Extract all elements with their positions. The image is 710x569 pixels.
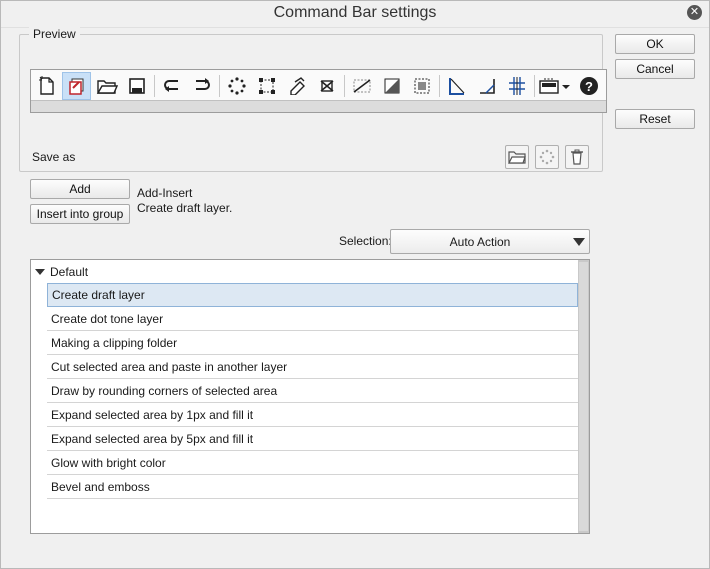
selection-label: Selection: (339, 234, 392, 248)
angle-icon[interactable] (472, 72, 501, 100)
action-list: Default Create draft layer Create dot to… (30, 259, 590, 534)
line-icon[interactable] (347, 72, 376, 100)
open-set-button[interactable] (505, 145, 529, 169)
grid-icon[interactable] (502, 72, 531, 100)
ruler-icon[interactable] (442, 72, 471, 100)
eraser-icon[interactable] (282, 72, 311, 100)
list-item[interactable]: Cut selected area and paste in another l… (47, 355, 578, 379)
window-title: Command Bar settings (273, 4, 437, 21)
list-item[interactable]: Making a clipping folder (47, 331, 578, 355)
svg-text:?: ? (585, 79, 593, 94)
new-file-icon[interactable] (32, 72, 61, 100)
group-label: Default (50, 264, 89, 279)
list-scrollbar[interactable] (578, 260, 589, 533)
help-icon[interactable]: ? (574, 72, 603, 100)
list-item[interactable]: Expand selected area by 1px and fill it (47, 403, 578, 427)
list-item[interactable]: Glow with bright color (47, 451, 578, 475)
selection-dropdown[interactable]: Auto Action (390, 229, 590, 254)
insert-into-group-button[interactable]: Insert into group (30, 204, 130, 224)
list-item[interactable]: Expand selected area by 5px and fill it (47, 427, 578, 451)
undo-icon[interactable] (157, 72, 186, 100)
toolbar-scrollbar[interactable] (31, 100, 606, 112)
add-button[interactable]: Add (30, 179, 130, 199)
cancel-button[interactable]: Cancel (615, 59, 695, 79)
list-item[interactable]: Create draft layer (47, 283, 578, 307)
folder-icon (508, 151, 526, 164)
dropdown-icon[interactable] (537, 72, 573, 100)
gradient-icon[interactable] (377, 72, 406, 100)
preview-toolbar: ? (30, 69, 607, 113)
dots-icon[interactable] (222, 72, 251, 100)
save-icon[interactable] (122, 72, 151, 100)
list-group-header[interactable]: Default (31, 260, 578, 283)
selection-value: Auto Action (449, 235, 511, 249)
trash-icon (571, 149, 583, 165)
new-set-button[interactable] (535, 145, 559, 169)
title-bar: Command Bar settings ✕ (0, 0, 710, 28)
ok-button[interactable]: OK (615, 34, 695, 54)
scale-icon[interactable] (312, 72, 341, 100)
open-folder-icon[interactable] (92, 72, 121, 100)
transform-icon[interactable] (252, 72, 281, 100)
preview-legend: Preview (29, 27, 80, 41)
scrollbar-thumb[interactable] (579, 262, 588, 531)
create-layer-icon[interactable] (62, 72, 91, 100)
delete-button[interactable] (565, 145, 589, 169)
list-item[interactable]: Bevel and emboss (47, 475, 578, 499)
info-description: Create draft layer. (137, 201, 233, 215)
list-item[interactable]: Create dot tone layer (47, 307, 578, 331)
redo-icon[interactable] (187, 72, 216, 100)
expand-arrow-icon[interactable] (35, 268, 45, 275)
preview-group: Preview ? Save as (19, 27, 607, 172)
sparkle-icon (539, 149, 555, 165)
chevron-down-icon (573, 238, 585, 246)
info-action-label: Add-Insert (137, 186, 193, 200)
list-item[interactable]: Draw by rounding corners of selected are… (47, 379, 578, 403)
selection-icon[interactable] (407, 72, 436, 100)
close-icon[interactable]: ✕ (687, 5, 702, 20)
save-as-label: Save as (32, 150, 76, 164)
reset-button[interactable]: Reset (615, 109, 695, 129)
